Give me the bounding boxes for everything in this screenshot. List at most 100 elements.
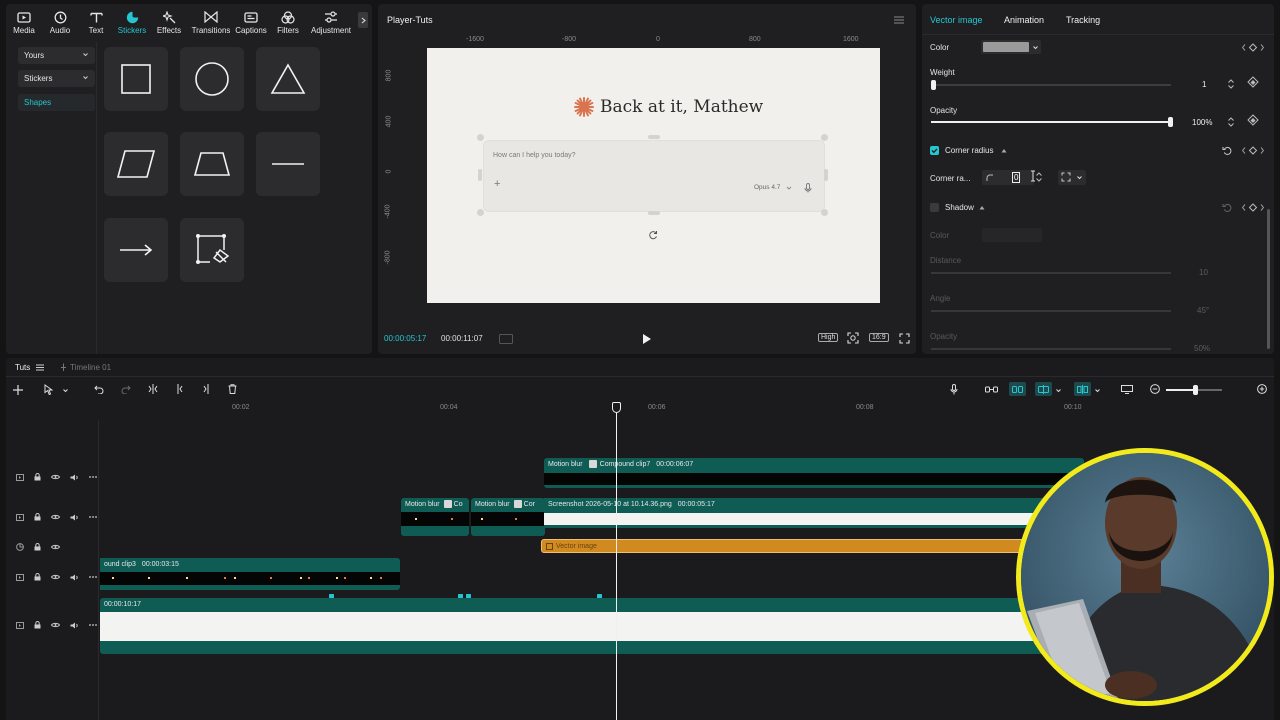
toolbar-more-button[interactable] [358,12,368,28]
microphone-icon[interactable] [804,183,812,193]
zoom-slider[interactable] [1166,385,1222,395]
shadow-color-picker[interactable] [982,228,1042,242]
zoom-out-icon[interactable] [1150,384,1160,394]
selection-handle[interactable] [477,209,484,216]
toolbar-text[interactable]: Text [76,10,116,36]
corner-radius-field[interactable]: 0 [982,170,1042,185]
selection-handle[interactable] [821,134,828,141]
clip-motion-blur-a[interactable]: Motion blur Co [401,498,469,536]
select-pointer-icon[interactable] [44,384,53,395]
reset-icon[interactable] [1222,203,1232,213]
shape-line[interactable] [256,132,320,196]
eye-icon[interactable] [51,544,60,550]
play-icon[interactable] [642,333,652,345]
selection-handle[interactable] [824,169,828,181]
inspector-scrollbar[interactable] [1267,209,1270,349]
chevron-down-icon[interactable] [62,387,69,394]
prompt-box[interactable]: How can I help you today? + Opus 4.7 [483,140,825,212]
clip-motion-blur-b[interactable]: Motion blur Cor [471,498,545,536]
more-icon[interactable] [89,624,97,626]
model-selector[interactable]: Opus 4.7 [754,184,780,191]
timeline-subtab[interactable]: Timeline 01 [70,363,111,372]
shape-triangle[interactable] [256,47,320,111]
toolbar-media[interactable]: Media [4,10,44,36]
chevron-down-icon[interactable] [1094,387,1101,394]
selection-handle[interactable] [477,134,484,141]
screen-icon[interactable] [1121,385,1133,394]
tab-vector-image[interactable]: Vector image [930,15,983,25]
toolbar-captions[interactable]: Captions [231,10,271,36]
selection-handle[interactable] [821,209,828,216]
selection-handle[interactable] [648,211,660,215]
corner-radius-value[interactable]: 0 [1012,172,1021,183]
keyframe-add-icon[interactable] [1242,114,1264,128]
lock-icon[interactable] [34,543,41,551]
shape-circle[interactable] [180,47,244,111]
timeline-tab-tuts[interactable]: Tuts [15,363,30,372]
hamburger-menu-icon[interactable] [894,16,904,24]
keyframe-nav-icon[interactable] [1242,203,1264,212]
angle-slider[interactable] [931,310,1171,312]
timecode-icon[interactable] [499,334,513,344]
add-icon[interactable] [13,385,23,395]
sidebar-item-yours[interactable]: Yours [18,47,95,64]
shape-arrow[interactable] [104,218,168,282]
chevron-down-icon[interactable] [1055,387,1062,394]
link-icon[interactable] [985,385,998,394]
caret-up-icon[interactable] [979,205,985,210]
redo-icon[interactable] [121,385,131,394]
tab-animation[interactable]: Animation [1004,15,1044,25]
keyframe-nav-icon[interactable] [1242,43,1264,52]
shape-trapezoid[interactable] [180,132,244,196]
weight-slider-thumb[interactable] [931,80,936,90]
zoom-in-icon[interactable] [1257,384,1267,394]
volume-icon[interactable] [70,622,79,629]
lock-icon[interactable] [34,513,41,521]
selection-handle[interactable] [648,135,660,139]
shadow-checkbox[interactable] [930,203,939,212]
rotate-handle-icon[interactable] [648,230,658,240]
clip-main[interactable]: 00:00:10:17 [100,598,1100,654]
opacity-slider[interactable] [931,117,1173,127]
corner-mode-select[interactable] [1058,170,1086,185]
shape-parallelogram[interactable] [104,132,168,196]
shadow-opacity-value[interactable]: 50% [1194,344,1210,353]
toolbar-stickers[interactable]: Stickers [112,10,152,36]
delete-icon[interactable] [228,384,237,394]
sidebar-item-shapes[interactable]: Shapes [18,94,95,111]
list-icon[interactable] [36,364,44,371]
clip-screenshot[interactable]: Screenshot 2026-05-10 at 10.14.36.png 00… [544,498,1084,528]
snap-toggle[interactable] [1035,382,1052,396]
volume-icon[interactable] [70,474,79,481]
distance-slider[interactable] [931,272,1171,274]
more-icon[interactable] [89,476,97,478]
lock-icon[interactable] [34,573,41,581]
playhead-handle[interactable] [612,402,621,413]
opacity-slider-thumb[interactable] [1168,117,1173,127]
opacity-value[interactable]: 100% [1192,118,1212,127]
clip-compound3[interactable]: ound clip3 00:00:03:15 [100,558,400,590]
shadow-opacity-slider[interactable] [931,348,1171,350]
shape-square[interactable] [104,47,168,111]
clip-compound7[interactable]: Motion blur Compound clip7 00:00:06:07 [544,458,1084,488]
toolbar-filters[interactable]: Filters [268,10,308,36]
eye-icon[interactable] [51,474,60,480]
caret-up-icon[interactable] [1001,148,1007,153]
eye-icon[interactable] [51,514,60,520]
preview-axis-toggle[interactable] [1074,382,1091,396]
aspect-ratio-button[interactable]: 16:9 [869,333,889,342]
toolbar-transitions[interactable]: Transitions [189,10,233,36]
eye-icon[interactable] [51,574,60,580]
prompt-plus-button[interactable]: + [494,178,500,190]
split-icon[interactable] [148,384,158,394]
lock-icon[interactable] [34,473,41,481]
fullscreen-icon[interactable] [899,333,910,344]
reset-icon[interactable] [1222,146,1232,156]
toolbar-audio[interactable]: Audio [40,10,80,36]
volume-icon[interactable] [70,514,79,521]
shape-custom-pen[interactable] [180,218,244,282]
fit-to-screen-icon[interactable] [847,332,859,344]
sidebar-item-stickers[interactable]: Stickers [18,70,95,87]
magnet-toggle[interactable] [1009,382,1026,396]
weight-value[interactable]: 1 [1202,80,1206,89]
